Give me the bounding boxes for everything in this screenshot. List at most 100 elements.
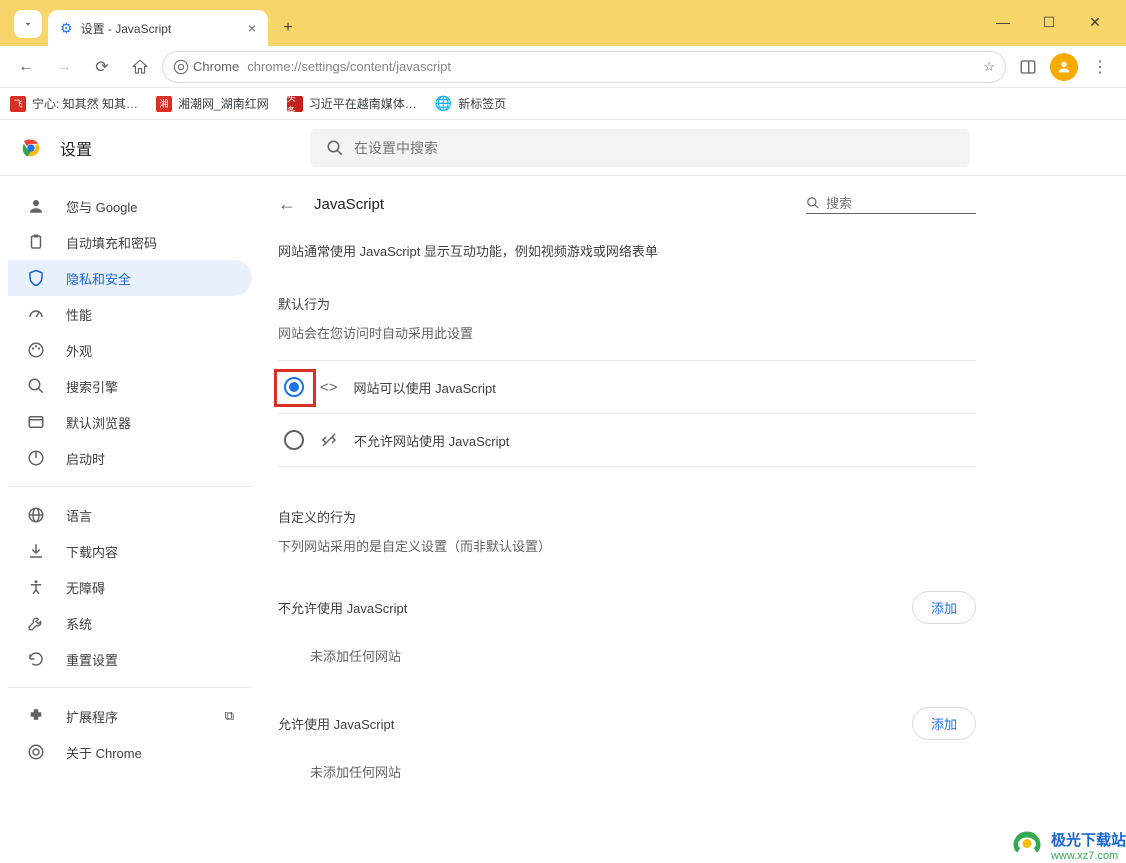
back-button[interactable]: ← [10, 51, 42, 83]
power-icon [26, 449, 46, 467]
close-window-button[interactable]: ✕ [1072, 6, 1118, 38]
settings-sidebar: 您与 Google 自动填充和密码 隐私和安全 性能 外观 搜索引擎 默认浏览器 [0, 176, 260, 863]
address-bar[interactable]: Chrome chrome://settings/content/javascr… [162, 51, 1006, 83]
minimize-button[interactable]: — [980, 6, 1026, 38]
back-arrow-button[interactable]: ← [278, 194, 296, 215]
menu-button[interactable]: ⋮ [1084, 51, 1116, 83]
search-icon [326, 139, 344, 157]
bookmark-item[interactable]: 飞 宁心: 知其然 知其… [10, 95, 138, 112]
add-block-site-button[interactable]: 添加 [912, 591, 976, 624]
home-button[interactable] [124, 51, 156, 83]
maximize-button[interactable]: ☐ [1026, 6, 1072, 38]
chrome-icon [173, 59, 189, 75]
sidebar-item-on-startup[interactable]: 启动时 [8, 440, 252, 476]
globe-icon: 🌐 [435, 95, 452, 112]
browser-titlebar: ⚙ 设置 - JavaScript × + — ☐ ✕ [0, 0, 1126, 46]
allow-list-header: 允许使用 JavaScript 添加 [278, 689, 976, 748]
clipboard-icon [26, 233, 46, 251]
bookmark-star-button[interactable]: ☆ [975, 59, 995, 75]
settings-search[interactable] [310, 129, 970, 167]
radio-allow-js[interactable]: <> 网站可以使用 JavaScript [278, 360, 976, 413]
sidebar-item-autofill[interactable]: 自动填充和密码 [8, 224, 252, 260]
site-info[interactable]: Chrome [173, 59, 239, 75]
gear-icon: ⚙ [60, 20, 73, 37]
sidebar-item-privacy[interactable]: 隐私和安全 [8, 260, 252, 296]
watermark: 极光下载站 www.xz7.com [1009, 827, 1126, 863]
forward-button[interactable]: → [48, 51, 80, 83]
sidebar-item-about[interactable]: 关于 Chrome [8, 734, 252, 770]
external-link-icon: ⧉ [225, 708, 234, 724]
new-tab-button[interactable]: + [274, 14, 302, 42]
sidebar-item-you-and-google[interactable]: 您与 Google [8, 188, 252, 224]
settings-header: 设置 [0, 120, 1126, 176]
sidebar-separator [8, 486, 252, 487]
block-list-header: 不允许使用 JavaScript 添加 [278, 573, 976, 632]
close-tab-button[interactable]: × [248, 20, 256, 36]
bookmark-favicon: 湘 [156, 96, 172, 112]
chevron-down-icon [22, 18, 34, 30]
sidebar-item-reset[interactable]: 重置设置 [8, 641, 252, 677]
window-controls: — ☐ ✕ [980, 0, 1118, 38]
extension-icon [26, 707, 46, 725]
speedometer-icon [26, 305, 46, 323]
radio-button-checked[interactable] [284, 377, 304, 397]
bookmark-favicon: 飞 [10, 96, 26, 112]
page-title: JavaScript [314, 196, 384, 213]
bookmark-favicon: 头条 [287, 96, 303, 112]
add-allow-site-button[interactable]: 添加 [912, 707, 976, 740]
person-icon [1056, 59, 1072, 75]
settings-search-input[interactable] [354, 140, 954, 156]
bookmark-item[interactable]: 头条 习近平在越南媒体… [287, 95, 417, 112]
download-icon [26, 542, 46, 560]
chrome-logo-icon [20, 137, 42, 159]
reload-button[interactable]: ⟳ [86, 51, 118, 83]
home-icon [131, 58, 149, 76]
sidebar-item-system[interactable]: 系统 [8, 605, 252, 641]
radio-block-js[interactable]: 不允许网站使用 JavaScript [278, 413, 976, 467]
sidebar-separator [8, 687, 252, 688]
allow-list-empty: 未添加任何网站 [278, 748, 976, 805]
search-icon [806, 196, 820, 210]
radio-button-unchecked[interactable] [284, 430, 304, 450]
browser-tab[interactable]: ⚙ 设置 - JavaScript × [48, 10, 268, 46]
search-icon [26, 377, 46, 395]
globe-icon [26, 506, 46, 524]
chrome-outline-icon [26, 743, 46, 761]
page-search[interactable] [806, 196, 976, 214]
custom-behavior-heading: 自定义的行为 [278, 507, 976, 526]
sidebar-item-downloads[interactable]: 下载内容 [8, 533, 252, 569]
palette-icon [26, 341, 46, 359]
sidebar-item-accessibility[interactable]: 无障碍 [8, 569, 252, 605]
content-header: ← JavaScript [278, 194, 976, 215]
browser-toolbar: ← → ⟳ Chrome chrome://settings/content/j… [0, 46, 1126, 88]
code-off-icon [320, 431, 338, 449]
person-icon [26, 197, 46, 215]
panel-button[interactable] [1012, 51, 1044, 83]
wrench-icon [26, 614, 46, 632]
page-search-input[interactable] [826, 196, 966, 211]
default-behavior-heading: 默认行为 [278, 294, 976, 313]
sidebar-item-extensions[interactable]: 扩展程序 ⧉ [8, 698, 252, 734]
sidebar-item-performance[interactable]: 性能 [8, 296, 252, 332]
tab-title: 设置 - JavaScript [81, 20, 240, 37]
settings-body: 您与 Google 自动填充和密码 隐私和安全 性能 外观 搜索引擎 默认浏览器 [0, 176, 1126, 863]
block-list-empty: 未添加任何网站 [278, 632, 976, 689]
bookmark-item[interactable]: 🌐 新标签页 [435, 95, 506, 112]
sidebar-item-default-browser[interactable]: 默认浏览器 [8, 404, 252, 440]
sidebar-item-languages[interactable]: 语言 [8, 497, 252, 533]
settings-content: ← JavaScript 网站通常使用 JavaScript 显示互动功能，例如… [260, 176, 1126, 863]
sidebar-item-appearance[interactable]: 外观 [8, 332, 252, 368]
reset-icon [26, 650, 46, 668]
bookmark-item[interactable]: 湘 湘潮网_湖南红网 [156, 95, 269, 112]
accessibility-icon [26, 578, 46, 596]
bookmarks-bar: 飞 宁心: 知其然 知其… 湘 湘潮网_湖南红网 头条 习近平在越南媒体… 🌐 … [0, 88, 1126, 120]
code-icon: <> [320, 379, 338, 396]
custom-behavior-sub: 下列网站采用的是自定义设置（而非默认设置） [278, 536, 976, 555]
settings-app-title: 设置 [60, 136, 92, 160]
shield-icon [26, 269, 46, 287]
browser-icon [26, 413, 46, 431]
sidebar-item-search-engine[interactable]: 搜索引擎 [8, 368, 252, 404]
watermark-logo-icon [1009, 827, 1045, 863]
tab-list-dropdown[interactable] [14, 10, 42, 38]
profile-avatar[interactable] [1050, 53, 1078, 81]
